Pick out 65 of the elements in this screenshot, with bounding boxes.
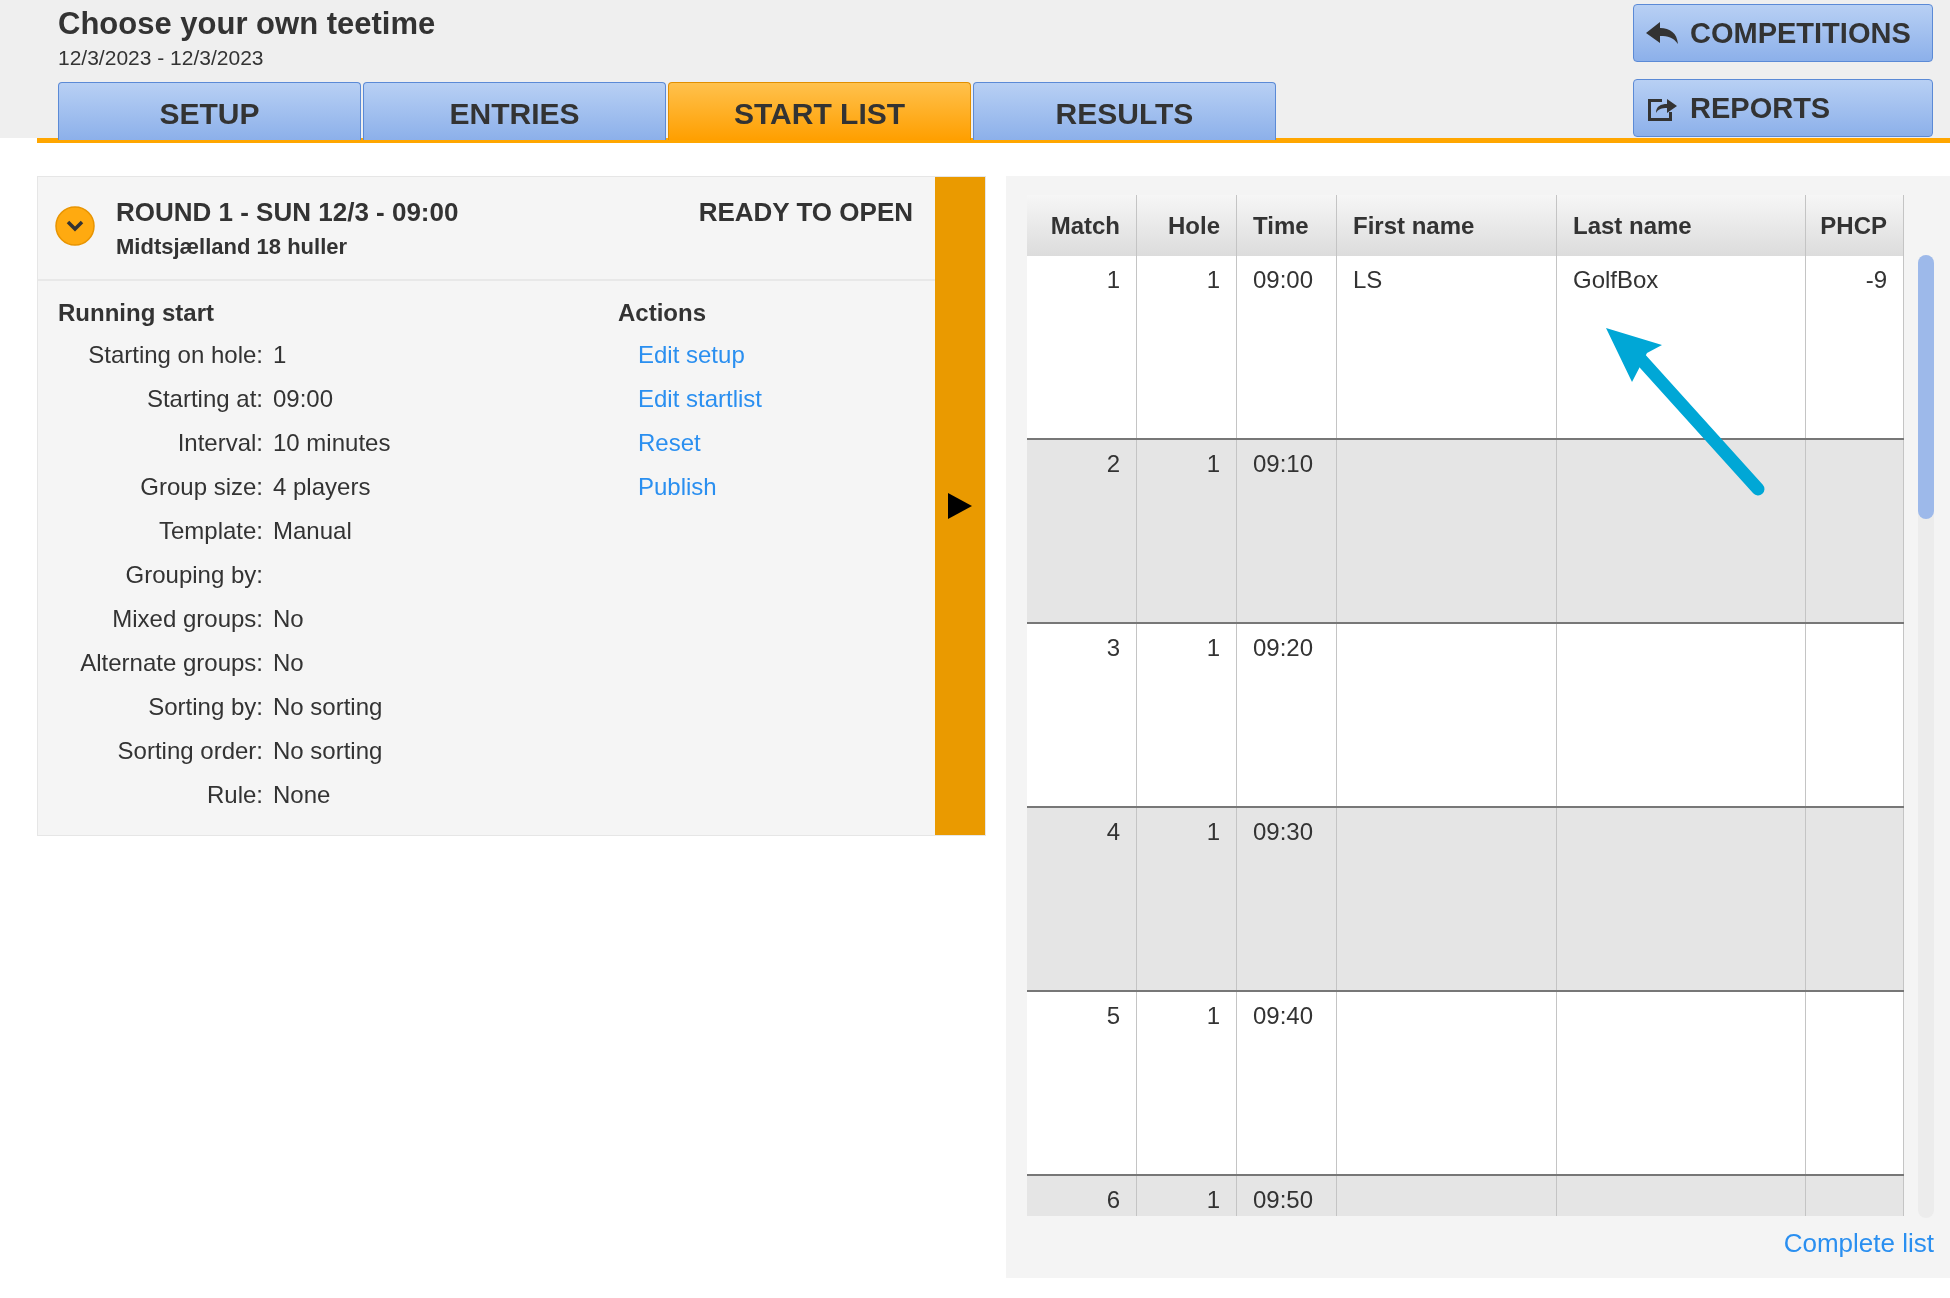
- nav-button[interactable]: REPORTS: [1633, 79, 1933, 137]
- tab[interactable]: RESULTS: [973, 82, 1276, 140]
- field-label: Sorting order:: [116, 737, 264, 765]
- field-value: No sorting: [273, 737, 383, 765]
- table-cell: 4: [1106, 818, 1120, 845]
- table-cell: 09:40: [1253, 1002, 1314, 1029]
- course-name: Midtsjælland 18 huller: [116, 234, 349, 260]
- table-cell: 1: [1206, 1002, 1220, 1029]
- table-cell: 1: [1206, 266, 1220, 293]
- field-value: 1: [273, 341, 287, 369]
- table-cell: 5: [1106, 1002, 1120, 1029]
- tab[interactable]: ENTRIES: [363, 82, 666, 140]
- table-cell: 09:30: [1253, 818, 1314, 845]
- table-cell: -9: [1865, 266, 1887, 293]
- field-label: Group size:: [139, 473, 264, 501]
- field-label: Starting at:: [145, 385, 264, 413]
- table-cell: 1: [1206, 1186, 1220, 1213]
- table-cell: GolfBox: [1573, 266, 1659, 293]
- table-cell: 09:10: [1253, 450, 1314, 477]
- page-title: Choose your own teetime: [58, 6, 437, 42]
- table-cell: 09:00: [1253, 266, 1314, 293]
- table-cell: 09:50: [1253, 1186, 1314, 1213]
- field-value: No sorting: [273, 693, 383, 721]
- section-title: Actions: [618, 299, 707, 327]
- table-cell: 6: [1106, 1186, 1120, 1213]
- field-label: Starting on hole:: [87, 341, 264, 369]
- round-status: READY TO OPEN: [698, 197, 913, 228]
- field-label: Interval:: [176, 429, 264, 457]
- table-cell: 3: [1106, 634, 1120, 661]
- field-label: Rule:: [205, 781, 264, 809]
- field-label: Mixed groups:: [111, 605, 264, 633]
- nav-button[interactable]: COMPETITIONS: [1633, 4, 1933, 62]
- round-title: ROUND 1 - SUN 12/3 - 09:00: [116, 197, 459, 228]
- date-range: 12/3/2023 - 12/3/2023: [58, 46, 265, 70]
- play-triangle-icon: [947, 492, 973, 520]
- side-bar[interactable]: [935, 177, 985, 835]
- field-value: 10 minutes: [273, 429, 391, 457]
- tab[interactable]: START LIST: [668, 82, 971, 140]
- field-label: Template:: [157, 517, 264, 545]
- column-header[interactable]: Last name: [1557, 195, 1806, 256]
- field-label: Sorting by:: [147, 693, 264, 721]
- section-title: Running start: [58, 299, 215, 327]
- table-cell: 1: [1206, 634, 1220, 661]
- field-value: 09:00: [273, 385, 334, 413]
- chevron-down-icon[interactable]: [54, 205, 96, 247]
- scrollbar[interactable]: [1918, 255, 1934, 1218]
- column-header[interactable]: Time: [1237, 195, 1337, 256]
- field-value: No: [273, 605, 304, 633]
- table-cell: 1: [1206, 450, 1220, 477]
- column-header[interactable]: Hole: [1137, 195, 1237, 256]
- tab[interactable]: SETUP: [58, 82, 361, 140]
- table-cell: 09:20: [1253, 634, 1314, 661]
- column-header[interactable]: Match: [1027, 195, 1137, 256]
- table-cell: 2: [1106, 450, 1120, 477]
- field-value: 4 players: [273, 473, 371, 501]
- table-cell: 1: [1206, 818, 1220, 845]
- field-value: No: [273, 649, 304, 677]
- table-cell: LS: [1353, 266, 1383, 293]
- column-header[interactable]: First name: [1337, 195, 1557, 256]
- field-value: Manual: [273, 517, 352, 545]
- table-cell: 1: [1106, 266, 1120, 293]
- field-value: None: [273, 781, 331, 809]
- field-label: Grouping by:: [124, 561, 264, 589]
- column-header[interactable]: PHCP: [1806, 195, 1904, 256]
- field-label: Alternate groups:: [79, 649, 264, 677]
